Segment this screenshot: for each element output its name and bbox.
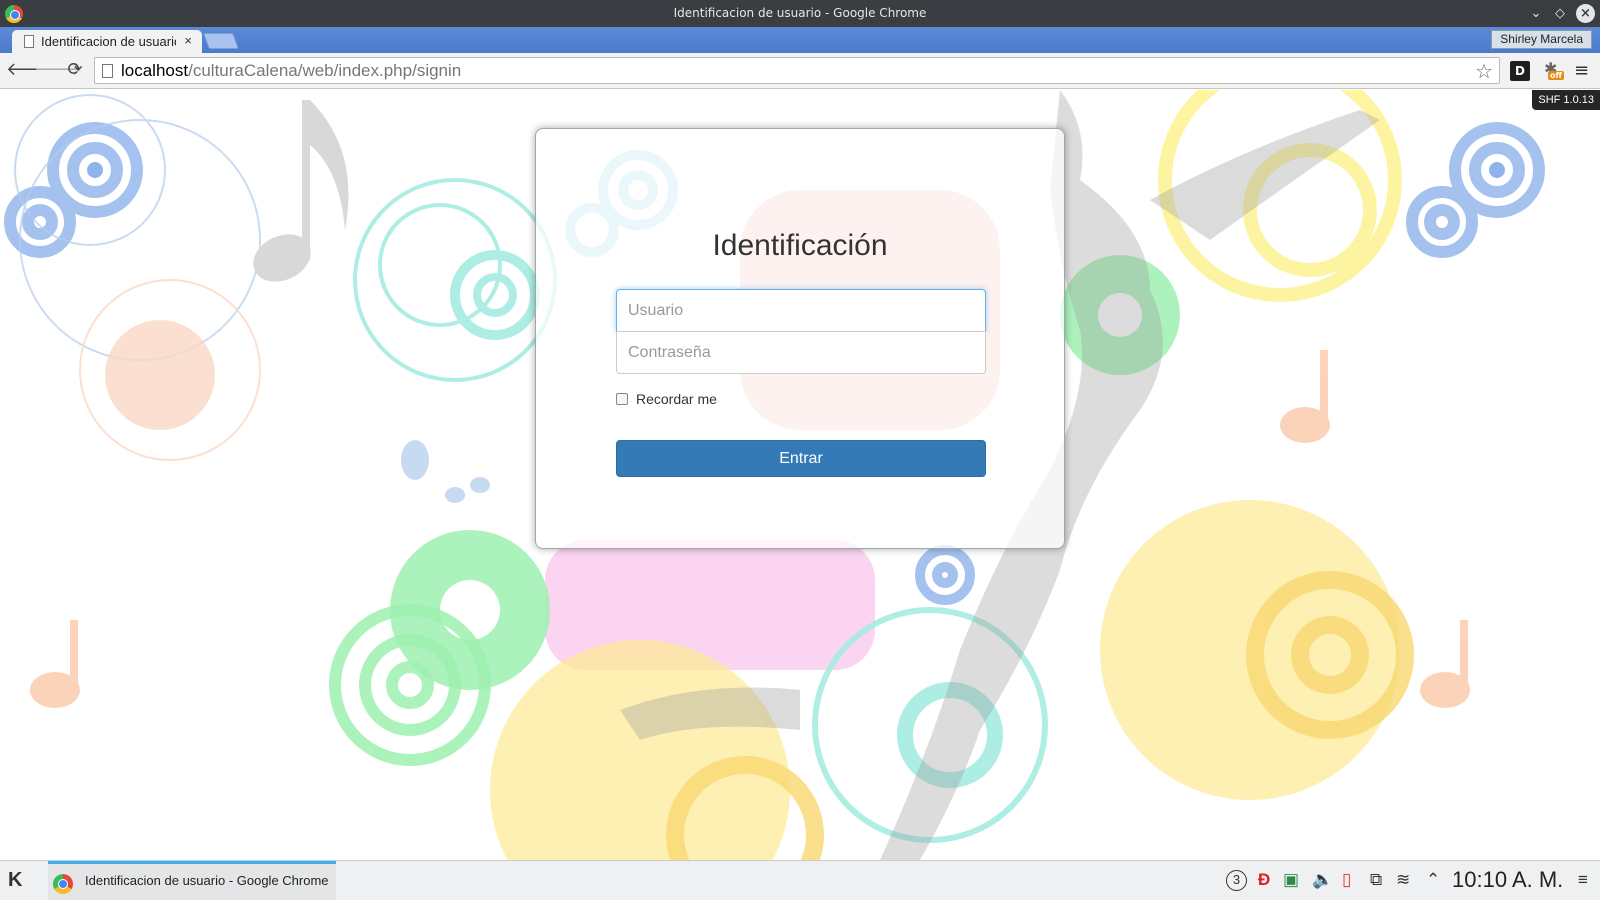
url-path: /culturaCalena/web/index.php/signin (188, 61, 462, 80)
tab-close-icon[interactable]: × (184, 33, 192, 48)
clipboard-icon[interactable]: ⧉ (1370, 870, 1382, 890)
tab-title: Identificacion de usuario (41, 34, 176, 49)
browser-toolbar: 🡐 🡒 ⟳ localhost/culturaCalena/web/index.… (0, 53, 1600, 89)
new-tab-button[interactable] (203, 33, 239, 49)
taskbar-item-label: Identificacion de usuario - Google Chrom… (85, 873, 329, 888)
maximize-icon[interactable]: ◇ (1550, 4, 1570, 24)
redshift-icon[interactable]: Ð (1258, 870, 1270, 890)
submit-button[interactable]: Entrar (616, 440, 986, 477)
shf-badge: SHF 1.0.13 (1532, 90, 1600, 110)
chrome-menu-icon[interactable]: ≡ (1574, 60, 1589, 81)
login-card: Identificación Recordar me Entrar (535, 128, 1065, 549)
kde-menu-icon[interactable]: K (8, 869, 22, 892)
tab-identificacion[interactable]: Identificacion de usuario × (12, 30, 202, 53)
window-title: Identificacion de usuario - Google Chrom… (673, 6, 927, 20)
page-info-icon[interactable] (102, 64, 113, 78)
profile-button[interactable]: Shirley Marcela (1491, 30, 1592, 49)
network-manager-icon[interactable]: ▣ (1283, 870, 1299, 890)
url-text[interactable]: localhost/culturaCalena/web/index.php/si… (121, 61, 461, 81)
back-arrow-icon[interactable]: 🡐 (6, 59, 54, 81)
off-badge: off (1548, 71, 1564, 80)
reload-icon[interactable]: ⟳ (64, 59, 86, 81)
battery-icon[interactable]: ▯ (1342, 870, 1351, 890)
close-icon[interactable]: × (1576, 4, 1595, 23)
page-viewport: SHF 1.0.13 Identificación Recordar me En… (0, 90, 1600, 860)
id-extension-icon[interactable]: D (1510, 61, 1530, 81)
url-host: localhost (121, 61, 189, 80)
username-input[interactable] (616, 289, 986, 332)
expand-tray-icon[interactable]: ⌃ (1426, 870, 1440, 890)
remember-checkbox[interactable] (616, 393, 628, 405)
forward-arrow-icon[interactable]: 🡒 (34, 59, 82, 81)
bug-extension-icon[interactable]: ✱ off (1542, 59, 1564, 83)
volume-icon[interactable]: 🔈 (1312, 870, 1333, 890)
panel-menu-icon[interactable]: ≡ (1578, 870, 1588, 890)
taskbar: K Identificacion de usuario - Google Chr… (0, 860, 1600, 900)
password-input[interactable] (616, 331, 986, 374)
address-bar[interactable]: localhost/culturaCalena/web/index.php/si… (94, 57, 1500, 84)
page-title: Identificación (712, 229, 888, 262)
taskbar-item-chrome[interactable]: Identificacion de usuario - Google Chrom… (48, 861, 336, 900)
minimize-icon[interactable]: ⌄ (1526, 4, 1546, 24)
document-icon (24, 35, 34, 48)
remember-label[interactable]: Recordar me (636, 391, 717, 407)
chrome-icon (53, 874, 73, 894)
window-titlebar: Identificacion de usuario - Google Chrom… (0, 0, 1600, 27)
wifi-icon[interactable]: ≋ (1396, 870, 1410, 890)
tab-strip: Identificacion de usuario × Shirley Marc… (0, 27, 1600, 53)
notifications-count-icon[interactable]: 3 (1226, 870, 1247, 891)
bookmark-star-icon[interactable]: ☆ (1475, 59, 1493, 84)
clock[interactable]: 10:10 A. M. (1452, 867, 1563, 893)
